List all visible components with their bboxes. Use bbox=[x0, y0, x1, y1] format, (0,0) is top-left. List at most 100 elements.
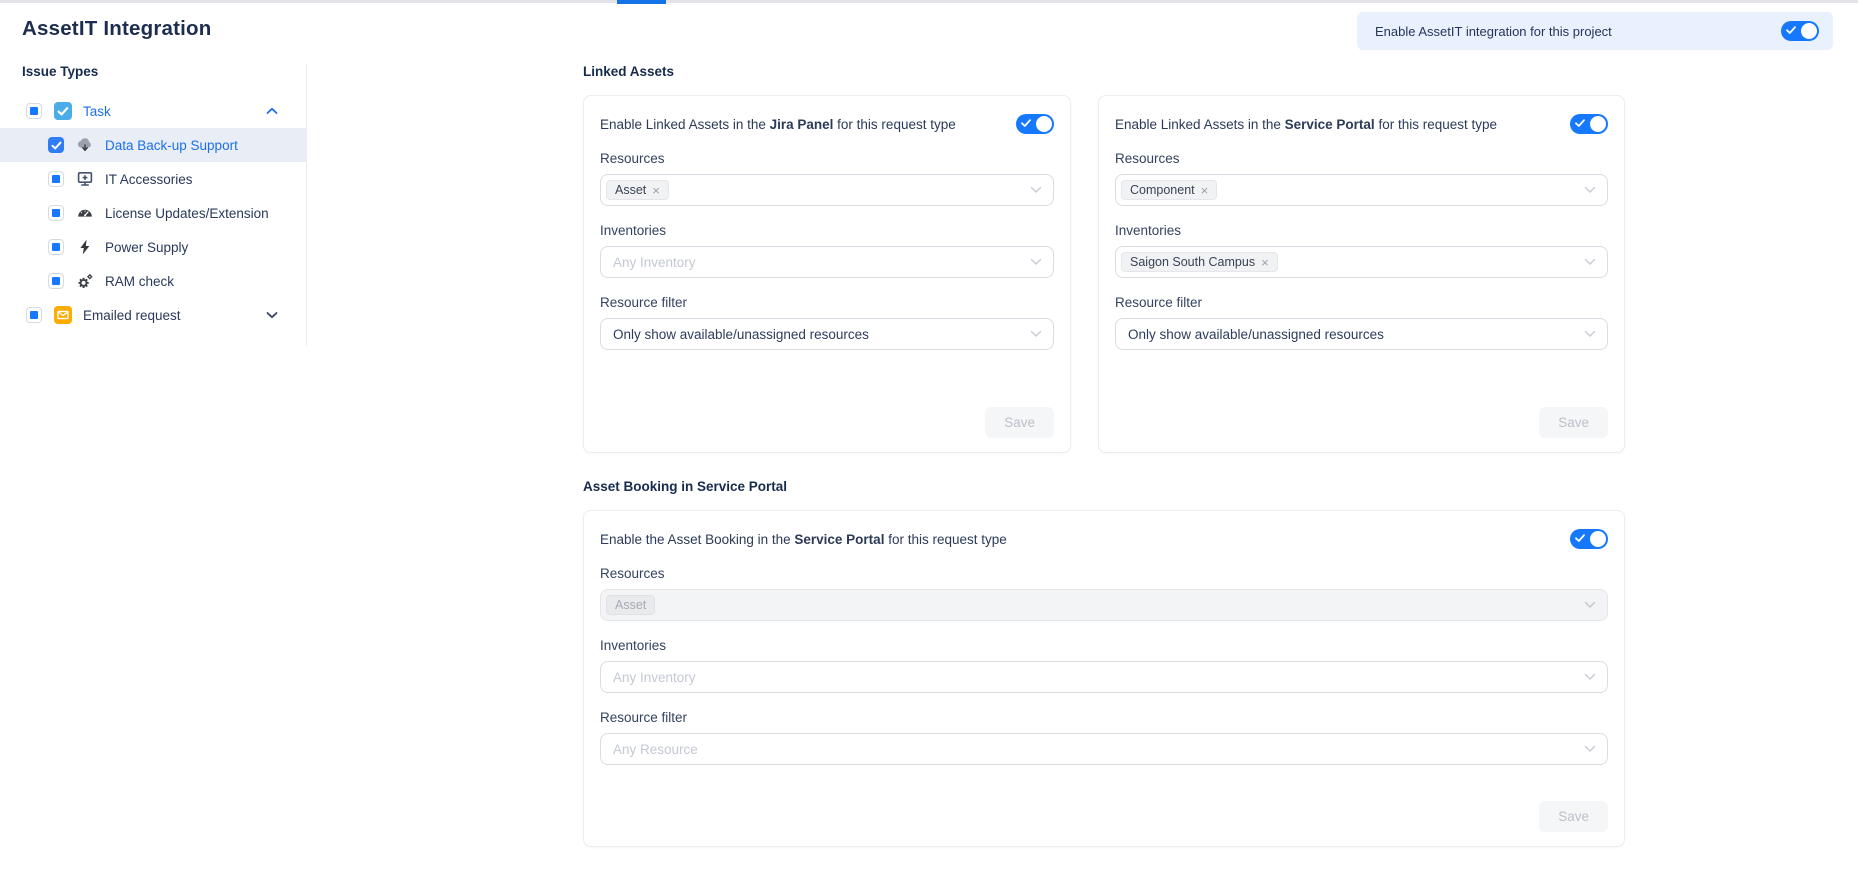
tag-label: Component bbox=[1130, 183, 1195, 197]
chevron-down-icon bbox=[1584, 673, 1596, 681]
email-icon bbox=[54, 306, 72, 324]
sidebar-item-task[interactable]: Task bbox=[0, 94, 306, 128]
indeterminate-checkbox[interactable] bbox=[48, 171, 64, 187]
service-portal-enable-label: Enable Linked Assets in the Service Port… bbox=[1115, 117, 1497, 132]
indeterminate-checkbox[interactable] bbox=[48, 239, 64, 255]
gear-icon bbox=[76, 272, 94, 290]
tag-label: Asset bbox=[615, 598, 646, 612]
tag-label: Saigon South Campus bbox=[1130, 255, 1255, 269]
main-layout: Issue Types Task Data Back-up Support bbox=[0, 64, 1858, 847]
remove-tag-icon[interactable]: × bbox=[1201, 184, 1209, 197]
save-button[interactable]: Save bbox=[985, 407, 1054, 438]
sidebar-item-label: Task bbox=[83, 104, 111, 119]
sidebar-item-label: Power Supply bbox=[105, 240, 188, 255]
speedometer-icon bbox=[76, 204, 94, 222]
monitor-plus-icon bbox=[76, 170, 94, 188]
chevron-down-icon bbox=[1584, 330, 1596, 338]
inventory-tag: Saigon South Campus × bbox=[1121, 252, 1278, 272]
resources-select[interactable]: Component × bbox=[1115, 174, 1608, 206]
indeterminate-checkbox[interactable] bbox=[48, 273, 64, 289]
resources-select-disabled: Asset bbox=[600, 589, 1608, 621]
resource-filter-select[interactable]: Only show available/unassigned resources bbox=[1115, 318, 1608, 350]
chevron-down-icon bbox=[1584, 745, 1596, 753]
inventories-label: Inventories bbox=[600, 638, 1608, 653]
jira-panel-enable-label: Enable Linked Assets in the Jira Panel f… bbox=[600, 117, 956, 132]
sidebar-item-license-updates[interactable]: License Updates/Extension bbox=[0, 196, 306, 230]
asset-booking-enable-row: Enable the Asset Booking in the Service … bbox=[600, 529, 1608, 549]
select-value: Only show available/unassigned resources bbox=[613, 327, 869, 342]
indeterminate-checkbox[interactable] bbox=[48, 205, 64, 221]
issue-types-sidebar: Issue Types Task Data Back-up Support bbox=[0, 64, 307, 346]
resources-label: Resources bbox=[600, 566, 1608, 581]
chevron-down-icon[interactable] bbox=[266, 311, 278, 319]
inventories-select[interactable]: Any Inventory bbox=[600, 246, 1054, 278]
resources-label: Resources bbox=[1115, 151, 1608, 166]
jira-panel-enable-toggle[interactable] bbox=[1016, 114, 1054, 134]
top-divider bbox=[0, 0, 1858, 3]
save-row: Save bbox=[1115, 407, 1608, 438]
inventories-select[interactable]: Any Inventory bbox=[600, 661, 1608, 693]
settings-content: Linked Assets Enable Linked Assets in th… bbox=[583, 64, 1625, 847]
resources-select[interactable]: Asset × bbox=[600, 174, 1054, 206]
toggle-knob bbox=[1801, 23, 1817, 39]
jira-panel-enable-row: Enable Linked Assets in the Jira Panel f… bbox=[600, 114, 1054, 134]
project-enable-label: Enable AssetIT integration for this proj… bbox=[1375, 24, 1612, 39]
project-enable-toggle[interactable] bbox=[1781, 21, 1819, 41]
asset-booking-heading: Asset Booking in Service Portal bbox=[583, 479, 1625, 494]
chevron-down-icon bbox=[1030, 330, 1042, 338]
resources-label: Resources bbox=[600, 151, 1054, 166]
resource-tag: Asset bbox=[606, 595, 655, 615]
save-row: Save bbox=[600, 407, 1054, 438]
sidebar-item-label: License Updates/Extension bbox=[105, 206, 269, 221]
resource-filter-select[interactable]: Any Resource bbox=[600, 733, 1608, 765]
jira-panel-card: Enable Linked Assets in the Jira Panel f… bbox=[583, 95, 1071, 453]
indeterminate-checkbox[interactable] bbox=[26, 103, 42, 119]
remove-tag-icon[interactable]: × bbox=[652, 184, 660, 197]
save-button[interactable]: Save bbox=[1539, 407, 1608, 438]
sidebar-item-label: IT Accessories bbox=[105, 172, 193, 187]
sidebar-item-data-backup-support[interactable]: Data Back-up Support bbox=[0, 128, 306, 162]
linked-assets-heading: Linked Assets bbox=[583, 64, 1625, 79]
resource-filter-label: Resource filter bbox=[600, 710, 1608, 725]
bolt-icon bbox=[76, 238, 94, 256]
service-portal-enable-toggle[interactable] bbox=[1570, 114, 1608, 134]
select-placeholder: Any Resource bbox=[613, 742, 698, 757]
check-icon bbox=[1575, 118, 1585, 128]
inventories-label: Inventories bbox=[600, 223, 1054, 238]
checked-checkbox[interactable] bbox=[48, 137, 64, 153]
check-icon bbox=[1575, 533, 1585, 543]
asset-booking-card: Enable the Asset Booking in the Service … bbox=[583, 510, 1625, 847]
resource-filter-select[interactable]: Only show available/unassigned resources bbox=[600, 318, 1054, 350]
inventories-select[interactable]: Saigon South Campus × bbox=[1115, 246, 1608, 278]
sidebar-item-it-accessories[interactable]: IT Accessories bbox=[0, 162, 306, 196]
sidebar-item-power-supply[interactable]: Power Supply bbox=[0, 230, 306, 264]
chevron-up-icon[interactable] bbox=[266, 107, 278, 115]
check-icon bbox=[1021, 118, 1031, 128]
page-header: AssetIT Integration Enable AssetIT integ… bbox=[0, 0, 1858, 50]
resource-filter-label: Resource filter bbox=[600, 295, 1054, 310]
toggle-knob bbox=[1590, 116, 1606, 132]
sidebar-item-label: Data Back-up Support bbox=[105, 138, 238, 153]
asset-booking-enable-toggle[interactable] bbox=[1570, 529, 1608, 549]
select-value: Only show available/unassigned resources bbox=[1128, 327, 1384, 342]
chevron-down-icon bbox=[1030, 258, 1042, 266]
resource-filter-label: Resource filter bbox=[1115, 295, 1608, 310]
resource-tag: Asset × bbox=[606, 180, 669, 200]
linked-assets-cards: Enable Linked Assets in the Jira Panel f… bbox=[583, 95, 1625, 453]
toggle-knob bbox=[1590, 531, 1606, 547]
tag-label: Asset bbox=[615, 183, 646, 197]
remove-tag-icon[interactable]: × bbox=[1261, 256, 1269, 269]
chevron-down-icon bbox=[1584, 601, 1596, 609]
indeterminate-checkbox[interactable] bbox=[26, 307, 42, 323]
project-enable-box: Enable AssetIT integration for this proj… bbox=[1357, 12, 1833, 50]
sidebar-item-ram-check[interactable]: RAM check bbox=[0, 264, 306, 298]
chevron-down-icon bbox=[1584, 186, 1596, 194]
resource-tag: Component × bbox=[1121, 180, 1217, 200]
save-row: Save bbox=[600, 801, 1608, 832]
active-tab-indicator bbox=[617, 0, 666, 4]
asset-booking-enable-label: Enable the Asset Booking in the Service … bbox=[600, 532, 1007, 547]
sidebar-item-emailed-request[interactable]: Emailed request bbox=[0, 298, 306, 332]
save-button[interactable]: Save bbox=[1539, 801, 1608, 832]
select-placeholder: Any Inventory bbox=[613, 255, 696, 270]
sidebar-item-label: RAM check bbox=[105, 274, 174, 289]
